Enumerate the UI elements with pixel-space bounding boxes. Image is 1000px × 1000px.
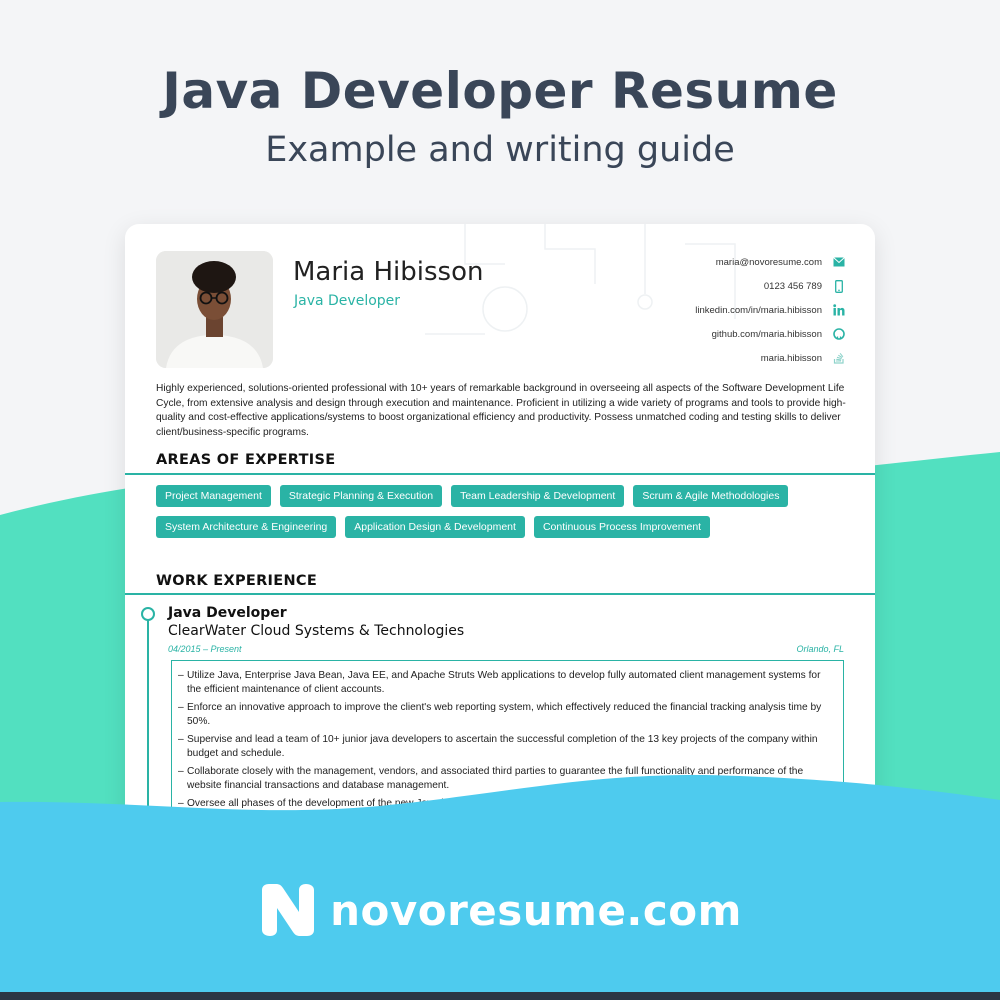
timeline-dot: [141, 607, 155, 621]
job-bullet: Oversee all phases of the development of…: [178, 797, 828, 811]
contact-linkedin-text: linkedin.com/in/maria.hibisson: [695, 304, 822, 316]
job-company: ClearWater Cloud Systems & Technologies: [168, 623, 465, 639]
contact-github-text: github.com/maria.hibisson: [711, 328, 822, 340]
job-bullet: Utilize Java, Enterprise Java Bean, Java…: [178, 669, 828, 696]
expertise-heading: AREAS OF EXPERTISE: [156, 452, 336, 468]
job-location: Orlando, FL: [796, 644, 844, 654]
stackoverflow-icon: [832, 352, 845, 365]
contact-email-text: maria@novoresume.com: [715, 256, 822, 268]
mail-icon: [832, 256, 845, 269]
contact-stackoverflow[interactable]: maria.hibisson: [585, 346, 845, 370]
summary-text: Highly experienced, solutions-oriented p…: [156, 383, 846, 438]
candidate-role: Java Developer: [294, 293, 401, 309]
work-divider: [125, 593, 875, 595]
work-heading: WORK EXPERIENCE: [156, 573, 318, 589]
contact-stackoverflow-text: maria.hibisson: [760, 352, 822, 364]
contact-phone[interactable]: 0123 456 789: [585, 274, 845, 298]
expertise-tag: Scrum & Agile Methodologies: [633, 485, 789, 507]
job-bullet: Enforce an innovative approach to improv…: [178, 701, 828, 728]
expertise-tag: Team Leadership & Development: [451, 485, 625, 507]
contact-github[interactable]: github.com/maria.hibisson: [585, 322, 845, 346]
brand-footer[interactable]: novoresume.com: [0, 880, 1000, 940]
expertise-divider: [125, 473, 875, 475]
page-title: Java Developer Resume: [162, 62, 838, 120]
expertise-tag: Project Management: [156, 485, 271, 507]
contact-linkedin[interactable]: linkedin.com/in/maria.hibisson: [585, 298, 845, 322]
tag-row: Project Management Strategic Planning & …: [156, 485, 856, 508]
expertise-tag: Application Design & Development: [345, 516, 525, 538]
expertise-tag: Continuous Process Improvement: [533, 516, 711, 538]
resume-card: Maria Hibisson Java Developer maria@novo…: [125, 224, 875, 844]
job-title: Java Developer: [168, 605, 287, 621]
page-subtitle: Example and writing guide: [265, 130, 735, 170]
phone-icon: [832, 279, 845, 293]
tag-row: System Architecture & Engineering Applic…: [156, 516, 856, 539]
profile-photo: [156, 251, 273, 368]
github-icon: [832, 328, 845, 341]
linkedin-icon: [832, 304, 845, 317]
job-bullets: Utilize Java, Enterprise Java Bean, Java…: [178, 669, 828, 816]
job-bullet: Supervise and lead a team of 10+ junior …: [178, 733, 828, 760]
job-dates: 04/2015 – Present: [168, 644, 242, 654]
brand-text: novoresume.com: [330, 885, 742, 935]
bottom-bar: [0, 992, 1000, 1000]
timeline-line: [147, 617, 149, 844]
contact-email[interactable]: maria@novoresume.com: [585, 250, 845, 274]
novoresume-logo-icon: [262, 884, 315, 936]
contact-list: maria@novoresume.com 0123 456 789 linked…: [585, 250, 845, 370]
expertise-tag: Strategic Planning & Execution: [279, 485, 443, 507]
candidate-name: Maria Hibisson: [293, 257, 484, 287]
job-bullet: Collaborate closely with the management,…: [178, 765, 828, 792]
expertise-tags: Project Management Strategic Planning & …: [156, 485, 856, 547]
expertise-tag: System Architecture & Engineering: [156, 516, 337, 538]
contact-phone-text: 0123 456 789: [763, 280, 822, 292]
